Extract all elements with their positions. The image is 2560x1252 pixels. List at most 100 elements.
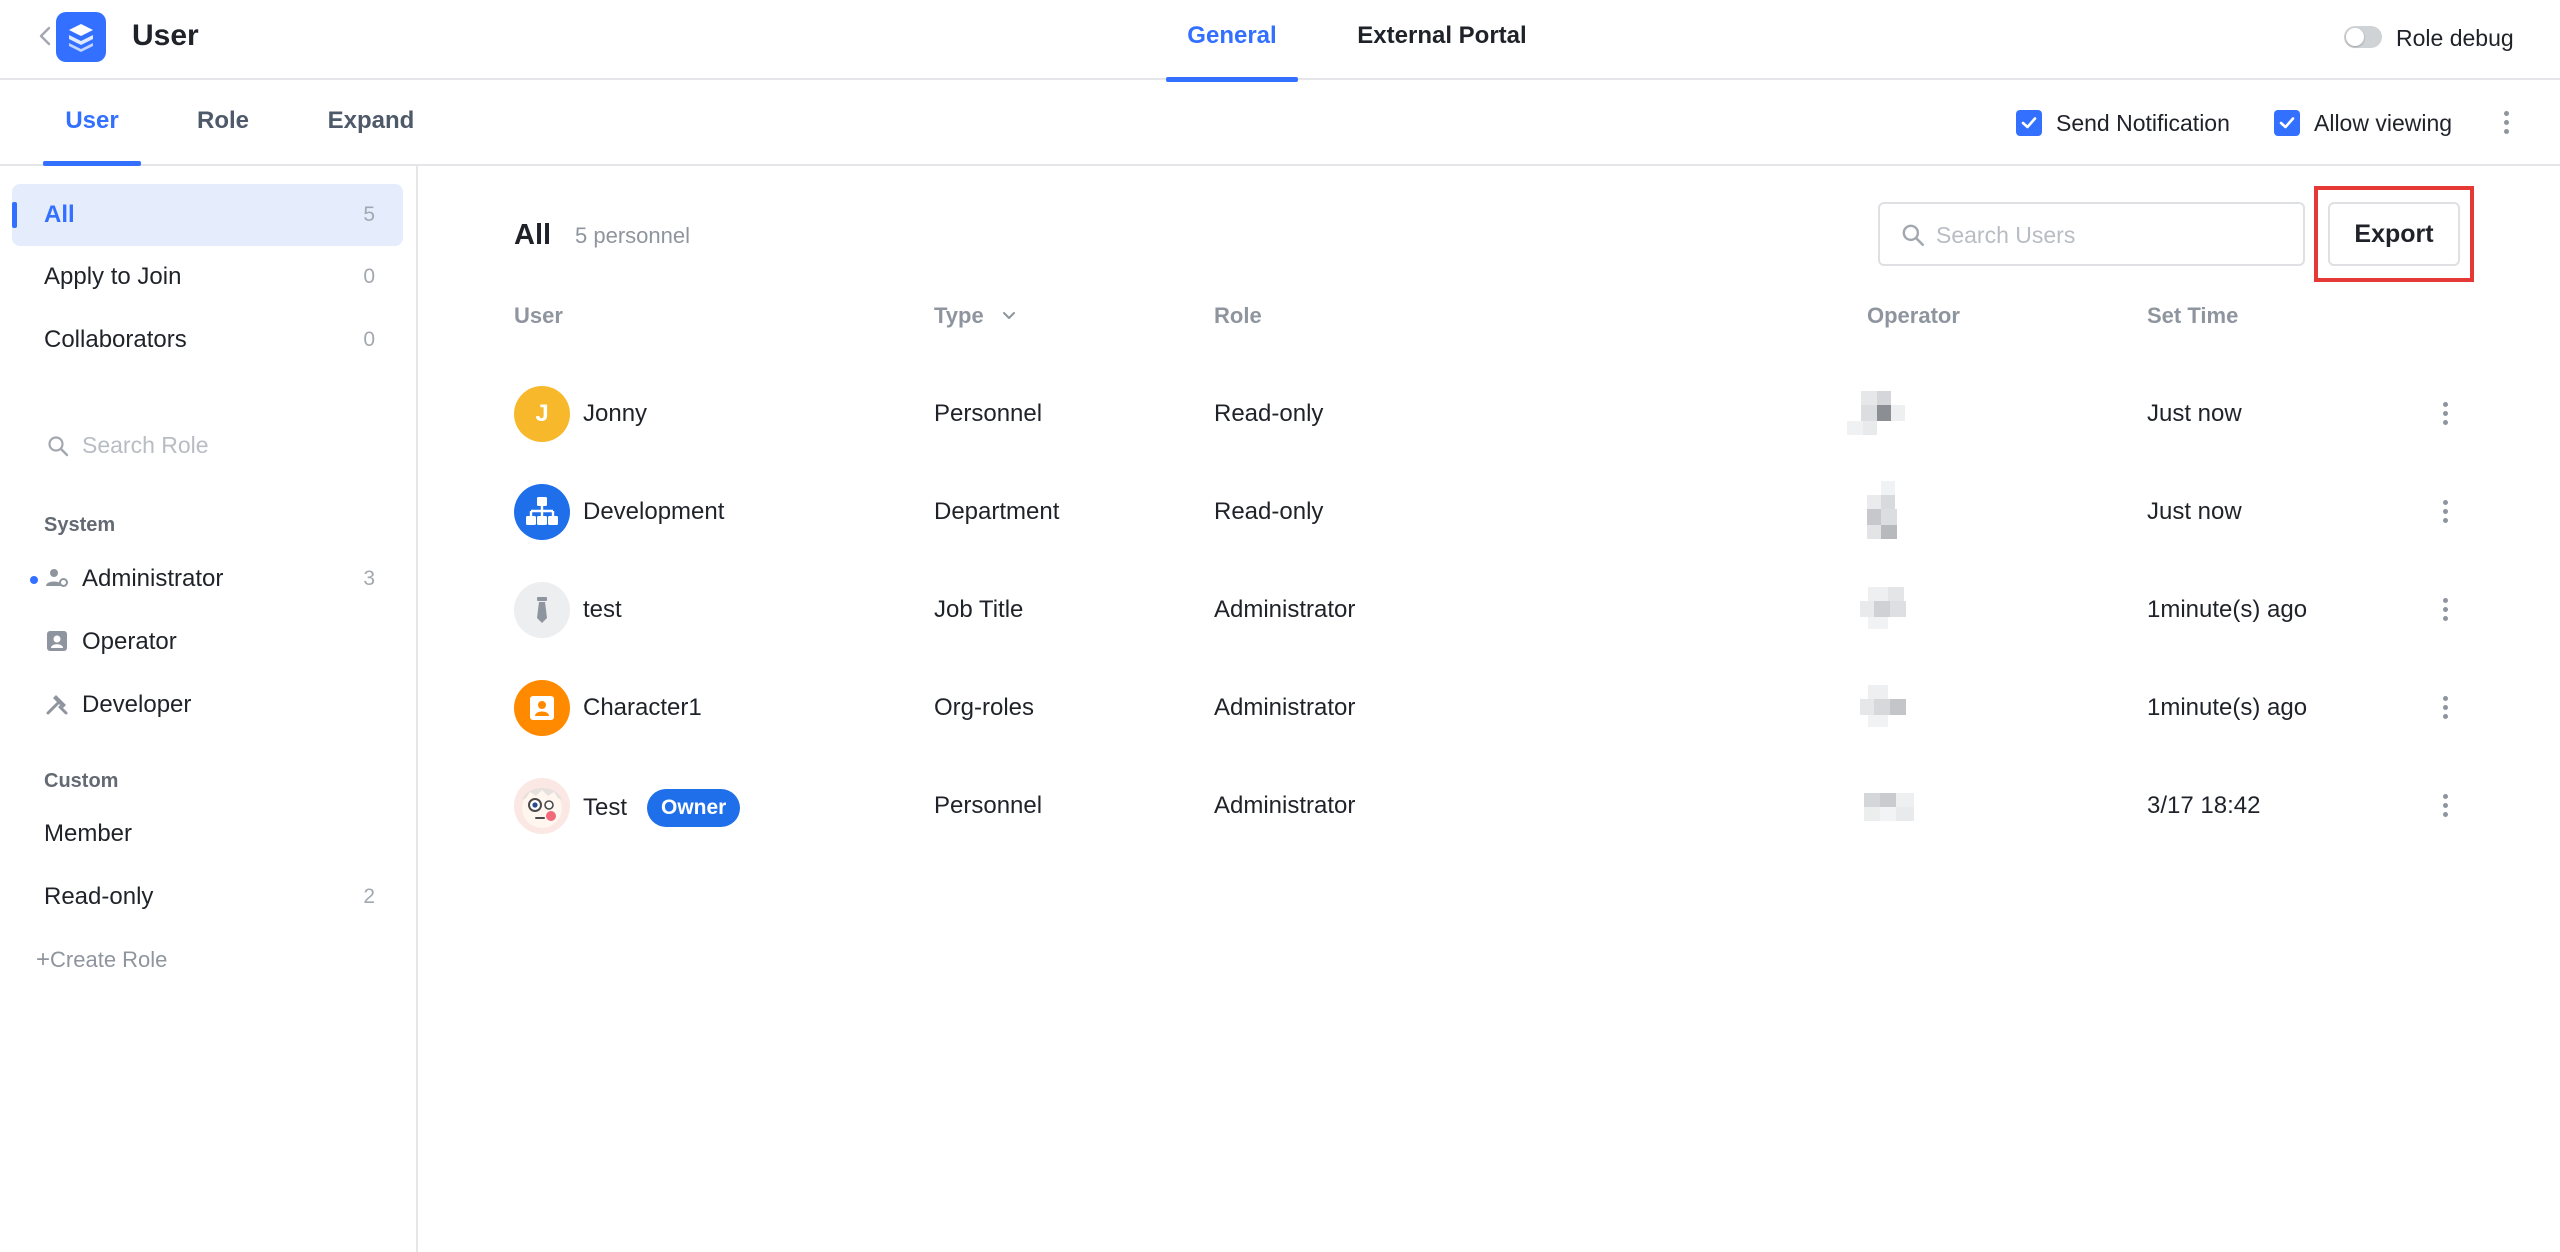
user-search-placeholder: Search Users [1936, 222, 2076, 248]
more-options-icon[interactable] [2491, 108, 2521, 138]
sidebar-item-count: 0 [363, 265, 375, 288]
custom-group-heading: Custom [44, 770, 119, 792]
active-dot [30, 576, 38, 584]
user-name: Development [583, 498, 725, 525]
user-role: Read-only [1214, 400, 1324, 427]
column-header-role: Role [1214, 303, 1262, 328]
search-icon [1902, 224, 1925, 247]
row-more-icon[interactable] [2430, 693, 2460, 723]
row-more-icon[interactable] [2430, 791, 2460, 821]
app-logo-icon [56, 12, 106, 62]
create-role-label: Create Role [50, 947, 168, 972]
user-role: Read-only [1214, 498, 1324, 525]
profile-avatar [514, 778, 570, 834]
tab-external-portal[interactable]: External Portal [1340, 0, 1544, 80]
create-role-button[interactable]: +Create Role [36, 946, 167, 974]
operator-avatar [1867, 481, 1937, 543]
user-search-input[interactable]: Search Users [1878, 202, 2305, 266]
owner-badge: Owner [647, 789, 741, 827]
user-type: Personnel [934, 792, 1043, 819]
role-search-input[interactable]: Search Role [44, 430, 384, 462]
tab-general[interactable]: General [1166, 0, 1298, 82]
developer-icon [46, 695, 68, 715]
user-name: Jonny [583, 400, 648, 427]
system-group-heading: System [44, 514, 116, 536]
user-name: Test [583, 794, 628, 821]
user-type: Department [934, 498, 1060, 525]
user-type: Org-roles [934, 694, 1035, 721]
sidebar-item-operator[interactable]: Operator [12, 611, 403, 673]
column-header-type[interactable]: Type [934, 302, 984, 330]
set-time: 1minute(s) ago [2147, 596, 2308, 623]
subtab-expand[interactable]: Expand [318, 80, 424, 164]
sidebar-item-label: Read-only [44, 883, 154, 910]
org-role-icon [514, 680, 570, 736]
sidebar-item-label: Apply to Join [44, 263, 182, 290]
sidebar-item-count: 0 [363, 328, 375, 351]
export-button[interactable]: Export [2328, 202, 2460, 266]
top-bar: User General External Portal Role debug [0, 0, 2560, 82]
operator-icon [47, 631, 67, 651]
role-debug-toggle[interactable] [2344, 26, 2382, 48]
sidebar-item-apply-to-join[interactable]: Apply to Join 0 [12, 246, 403, 308]
sidebar-item-label: Collaborators [44, 326, 187, 353]
personnel-count: 5 personnel [575, 223, 690, 248]
row-more-icon[interactable] [2430, 399, 2460, 429]
table-row[interactable]: Development Department Read-only Just no… [480, 463, 2500, 561]
plus-icon: + [36, 946, 51, 973]
department-icon [514, 484, 570, 540]
set-time: Just now [2147, 498, 2242, 525]
allow-viewing-label: Allow viewing [2314, 110, 2453, 136]
user-role: Administrator [1214, 694, 1356, 721]
send-notification-checkbox[interactable] [2016, 110, 2042, 136]
row-more-icon[interactable] [2430, 497, 2460, 527]
user-name: test [583, 596, 622, 623]
sidebar-item-collaborators[interactable]: Collaborators 0 [12, 309, 403, 371]
table-row[interactable]: J Jonny Personnel Read-only Just now [480, 365, 2500, 463]
sidebar-item-count: 3 [363, 567, 375, 590]
search-icon [48, 436, 69, 457]
operator-avatar [1864, 775, 1934, 837]
set-time: Just now [2147, 400, 2242, 427]
user-role: Administrator [1214, 792, 1356, 819]
sidebar-item-all[interactable]: All 5 [12, 184, 403, 246]
sidebar-item-label: Member [44, 820, 133, 847]
allow-viewing-checkbox[interactable] [2274, 110, 2300, 136]
sidebar-item-count: 5 [363, 203, 375, 226]
user-type: Job Title [934, 596, 1024, 623]
subtab-user[interactable]: User [43, 80, 141, 166]
sidebar-item-label: Operator [82, 628, 177, 655]
table-row[interactable]: Character1 Org-roles Administrator 1minu… [480, 659, 2500, 757]
chevron-down-icon[interactable] [999, 306, 1019, 326]
user-name: Character1 [583, 694, 702, 721]
user-role: Administrator [1214, 596, 1356, 623]
sidebar-item-label: Developer [82, 691, 192, 718]
main-heading: All [514, 219, 552, 251]
role-search-placeholder: Search Role [82, 432, 209, 458]
operator-avatar [1847, 383, 1917, 445]
sidebar: All 5 Apply to Join 0 Collaborators 0 Se… [0, 166, 418, 1252]
column-header-set-time: Set Time [2147, 303, 2239, 328]
operator-avatar [1860, 677, 1930, 739]
subtab-role[interactable]: Role [186, 80, 260, 164]
column-header-operator: Operator [1867, 303, 1960, 328]
role-debug-label: Role debug [2396, 25, 2514, 51]
sidebar-item-label: All [44, 201, 75, 228]
back-chevron-icon[interactable] [34, 24, 58, 48]
set-time: 1minute(s) ago [2147, 694, 2308, 721]
table-row[interactable]: test Job Title Administrator 1minute(s) … [480, 561, 2500, 659]
set-time: 3/17 18:42 [2147, 792, 2261, 819]
job-title-icon [514, 582, 570, 638]
sidebar-item-label: Administrator [82, 565, 224, 592]
table-row[interactable]: Test Owner Personnel Administrator 3/17 … [480, 757, 2500, 855]
sidebar-item-administrator[interactable]: Administrator 3 [12, 548, 403, 610]
sidebar-item-developer[interactable]: Developer [12, 674, 403, 736]
row-more-icon[interactable] [2430, 595, 2460, 625]
user-type: Personnel [934, 400, 1043, 427]
operator-avatar [1860, 579, 1930, 641]
avatar: J [514, 386, 570, 442]
sub-nav: User Role Expand Send Notification Allow… [0, 80, 2560, 166]
sidebar-item-read-only[interactable]: Read-only 2 [12, 866, 403, 928]
send-notification-label: Send Notification [2056, 110, 2230, 136]
sidebar-item-member[interactable]: Member [12, 803, 403, 865]
